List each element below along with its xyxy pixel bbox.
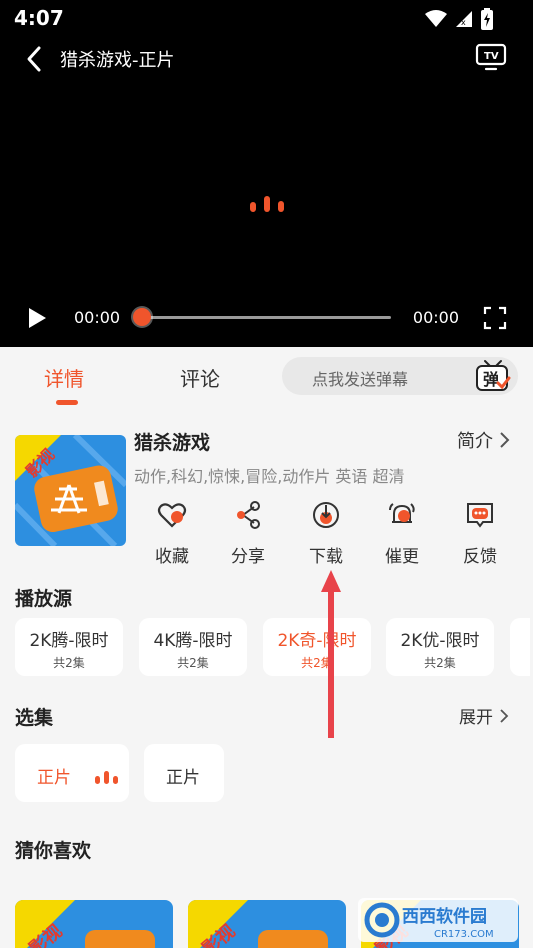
svg-text:弹: 弹	[483, 370, 499, 389]
now-playing-icon	[95, 771, 118, 784]
danmaku-placeholder: 点我发送弹幕	[312, 370, 409, 389]
status-time: 4:07	[14, 6, 64, 30]
source-item-overflow[interactable]	[510, 618, 530, 676]
source-count: 共2集	[177, 656, 209, 670]
recommend-card[interactable]: 影视	[188, 900, 346, 948]
source-count: 共2集	[424, 656, 456, 670]
source-item[interactable]: 2K腾-限时 共2集	[15, 618, 123, 676]
danmaku-input[interactable]: 点我发送弹幕 弹	[282, 357, 518, 395]
episode-label: 正片	[166, 768, 200, 788]
bell-icon	[389, 503, 415, 523]
urge-update-label: 催更	[385, 547, 419, 567]
intro-label: 简介	[457, 431, 493, 452]
fullscreen-icon[interactable]	[483, 306, 507, 330]
expand-label: 展开	[459, 708, 493, 728]
wifi-icon	[425, 10, 447, 27]
video-player[interactable]: 4:07 x 猎杀游戏-正片 TV 00:00 00:00	[0, 0, 533, 347]
action-row: 收藏 分享 下载 催更 反馈	[134, 500, 514, 567]
favorite-label: 收藏	[155, 547, 189, 567]
loading-indicator-icon	[250, 196, 284, 212]
total-time: 00:00	[412, 308, 459, 327]
chevron-right-icon	[500, 708, 509, 723]
progress-knob[interactable]	[133, 308, 151, 326]
movie-title: 猎杀游戏	[134, 432, 211, 454]
svg-text:TV: TV	[484, 51, 499, 62]
video-title: 猎杀游戏-正片	[60, 50, 175, 71]
tab-details[interactable]: 详情	[44, 363, 84, 392]
expand-episodes-button[interactable]: 展开	[459, 703, 509, 728]
episode-label: 正片	[37, 768, 71, 788]
poster-image: 影视	[15, 435, 126, 546]
player-title-bar: 猎杀游戏-正片 TV	[0, 38, 533, 78]
svg-text:西西软件园: 西西软件园	[402, 906, 487, 927]
episodes-title: 选集	[15, 707, 54, 729]
movie-poster[interactable]: 影视	[15, 435, 126, 546]
detail-tabs: 详情 评论 点我发送弹幕 弹	[0, 347, 533, 413]
source-name: 2K腾-限时	[29, 631, 109, 651]
source-count: 共2集	[301, 656, 333, 670]
heart-icon	[157, 503, 187, 528]
movie-tags: 动作,科幻,惊悚,冒险,动作片 英语 超清	[134, 467, 405, 486]
feedback-label: 反馈	[463, 547, 497, 567]
tab-comments[interactable]: 评论	[180, 363, 220, 392]
recommend-poster: 影视	[188, 900, 346, 948]
feedback-icon	[467, 503, 493, 528]
signal-icon: x	[456, 11, 472, 27]
source-name: 4K腾-限时	[153, 631, 233, 651]
intro-link[interactable]: 简介	[457, 427, 511, 453]
share-label: 分享	[231, 547, 265, 567]
download-label: 下载	[309, 547, 343, 567]
chevron-right-icon	[500, 432, 510, 448]
urge-update-button[interactable]: 催更	[372, 500, 432, 567]
battery-icon	[481, 8, 493, 30]
recommend-poster: 影视	[15, 900, 173, 948]
source-name: 2K奇-限时	[277, 631, 357, 651]
episode-item-active[interactable]: 正片	[15, 744, 129, 802]
share-icon	[237, 501, 260, 529]
episode-item[interactable]: 正片	[144, 744, 224, 802]
svg-text:x: x	[461, 18, 466, 27]
source-item[interactable]: 2K优-限时 共2集	[386, 618, 494, 676]
feedback-button[interactable]: 反馈	[450, 500, 510, 567]
tab-active-indicator	[56, 400, 78, 405]
play-icon[interactable]	[26, 306, 48, 330]
back-arrow-icon[interactable]	[20, 44, 50, 74]
source-item-active[interactable]: 2K奇-限时 共2集	[263, 618, 371, 676]
player-controls: 00:00 00:00	[0, 298, 533, 338]
status-icons: x	[425, 8, 493, 30]
sources-title: 播放源	[15, 588, 73, 610]
danmaku-toggle-icon[interactable]: 弹	[474, 359, 512, 393]
download-icon	[313, 502, 339, 528]
source-count: 共2集	[53, 656, 85, 670]
download-button[interactable]: 下载	[296, 500, 356, 567]
status-bar: 4:07 x	[0, 0, 533, 36]
favorite-button[interactable]: 收藏	[142, 500, 202, 567]
watermark-image: 西西软件园 CR173.COM	[358, 898, 518, 942]
current-time: 00:00	[74, 308, 121, 327]
recommend-title: 猜你喜欢	[15, 840, 92, 862]
site-watermark-logo: 西西软件园 CR173.COM	[358, 898, 518, 942]
share-button[interactable]: 分享	[218, 500, 278, 567]
svg-text:CR173.COM: CR173.COM	[434, 929, 494, 940]
source-name: 2K优-限时	[400, 631, 480, 651]
source-item[interactable]: 4K腾-限时 共2集	[139, 618, 247, 676]
tv-cast-icon[interactable]: TV	[475, 42, 507, 72]
progress-bar[interactable]	[140, 316, 391, 319]
recommend-card[interactable]: 影视	[15, 900, 173, 948]
